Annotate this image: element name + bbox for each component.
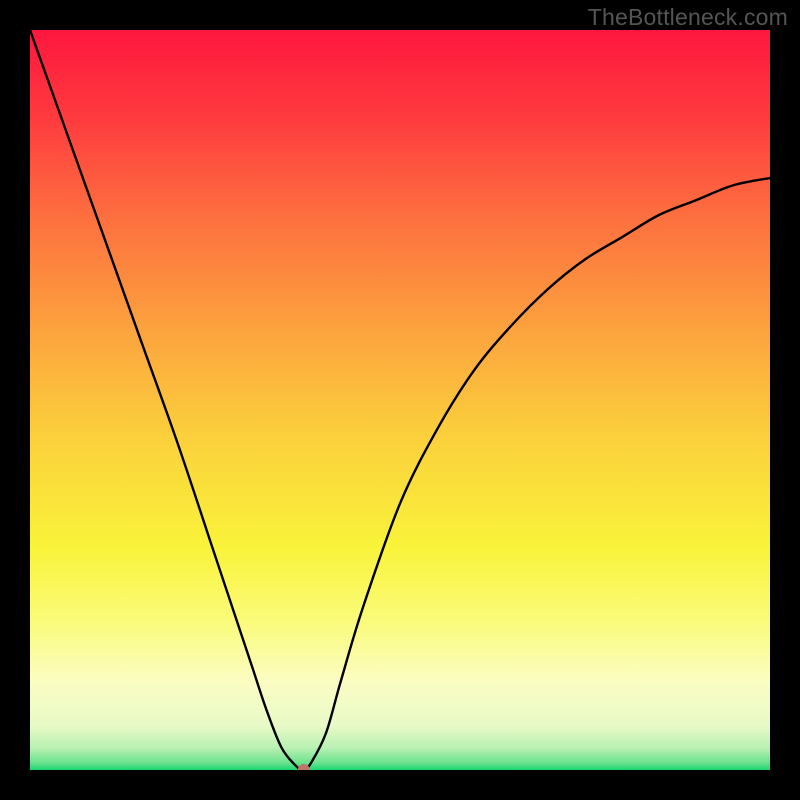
watermark-text: TheBottleneck.com [588,4,788,31]
bottleneck-curve [30,30,770,770]
plot-area [30,30,770,770]
minimum-marker [298,764,310,770]
curve-layer [30,30,770,770]
chart-container: TheBottleneck.com [0,0,800,800]
